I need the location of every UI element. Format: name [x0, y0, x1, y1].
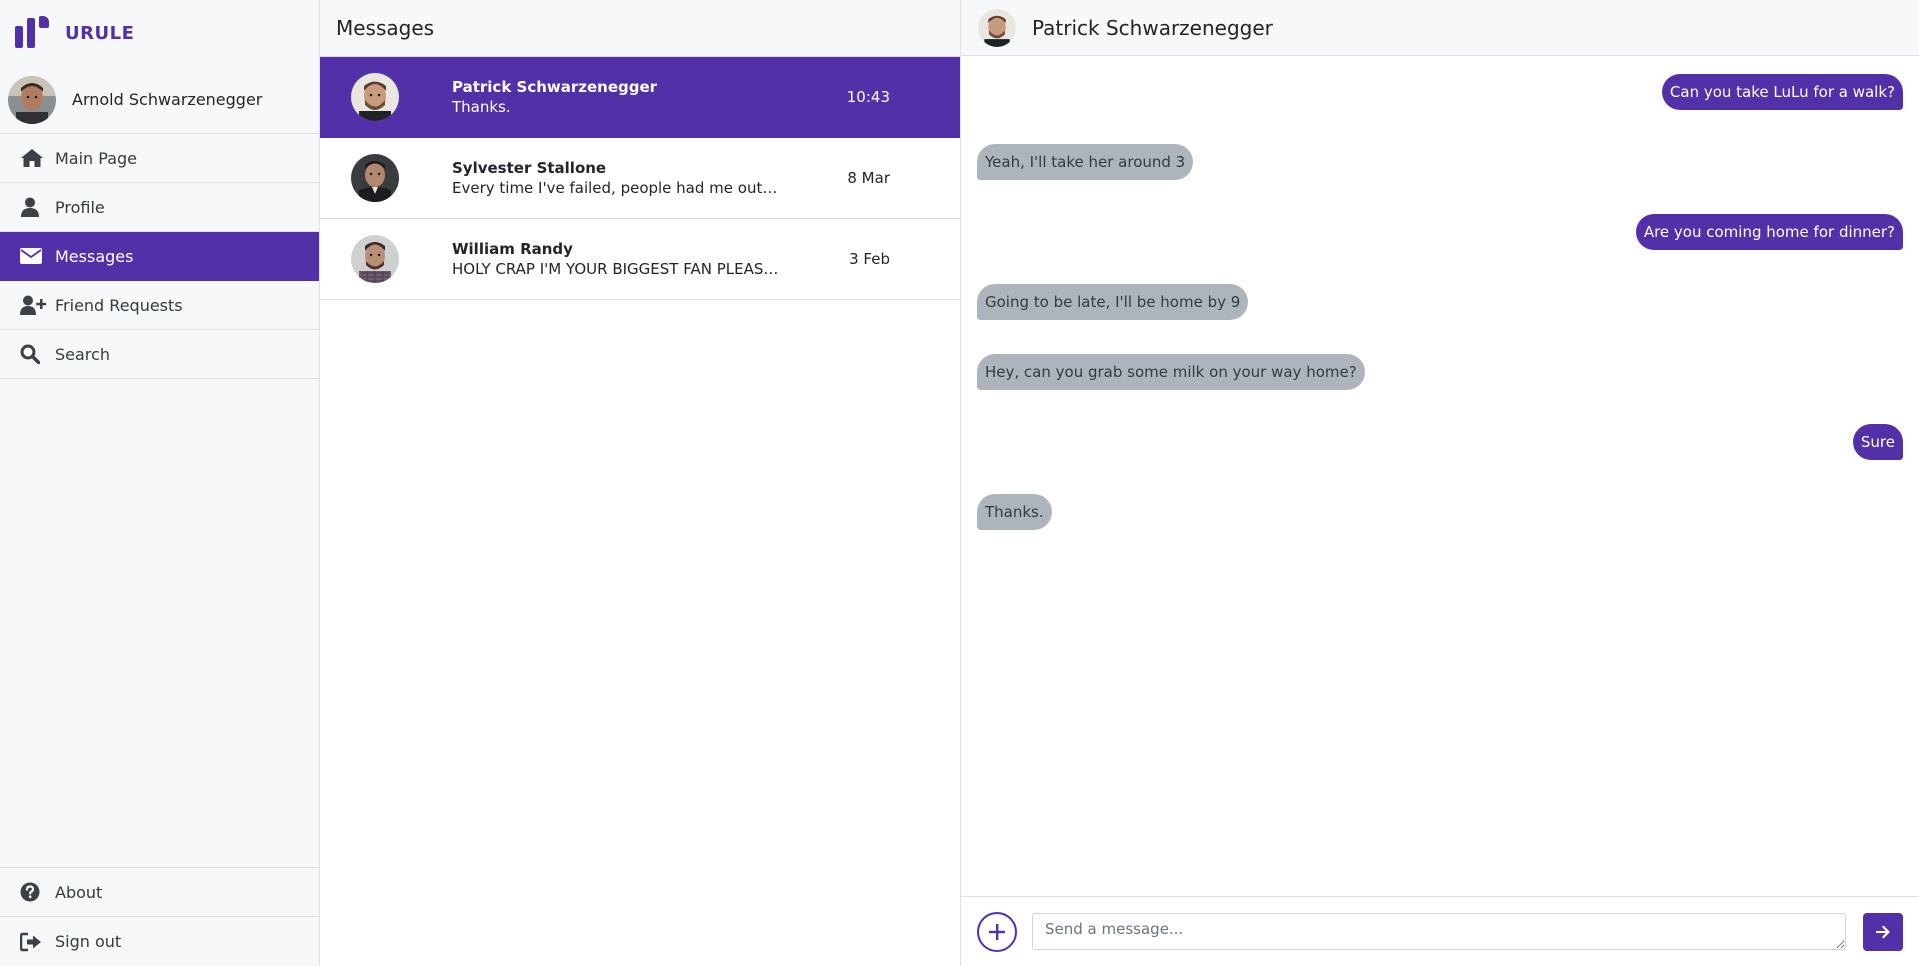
message-bubble-outgoing: Can you take LuLu for a walk? [1661, 74, 1903, 110]
message-bubble-incoming: Going to be late, I'll be home by 9 [977, 284, 1249, 320]
main-nav: Main Page Profile Messages Friend Reques… [0, 134, 319, 379]
nav-label: Search [55, 344, 110, 364]
send-button[interactable] [1863, 912, 1903, 951]
avatar [351, 73, 399, 121]
conversation-item[interactable]: Patrick Schwarzenegger Thanks. 10:43 [320, 57, 960, 138]
conversation-preview: Thanks. [452, 97, 511, 116]
message-bubble-incoming: Hey, can you grab some milk on your way … [977, 354, 1365, 390]
nav-label: Sign out [55, 932, 122, 951]
nav-item-messages[interactable]: Messages [0, 232, 319, 281]
user-name: Arnold Schwarzenegger [72, 90, 263, 109]
conversation-item[interactable]: William Randy HOLY CRAP I'M YOUR BIGGEST… [320, 219, 960, 300]
nav-label: Profile [55, 197, 105, 217]
conversation-list-panel: Messages Patrick Schwarzenegger Thanks. … [320, 0, 961, 966]
user-plus-icon [20, 294, 46, 316]
message-input[interactable] [1032, 913, 1846, 950]
message-thread: Can you take LuLu for a walk? Yeah, I'll… [961, 56, 1919, 530]
message-row: Can you take LuLu for a walk? [977, 74, 1903, 110]
app: URULE Arnold Schwarzenegger Main Page Pr… [0, 0, 1919, 966]
chat-panel: Patrick Schwarzenegger Can you take LuLu… [961, 0, 1919, 966]
conversation-name: William Randy [452, 239, 573, 258]
chat-header: Patrick Schwarzenegger [961, 0, 1919, 56]
question-circle-icon [20, 881, 46, 903]
conversation-text: William Randy HOLY CRAP I'M YOUR BIGGEST… [452, 239, 782, 280]
user-icon [20, 196, 46, 218]
nav-label: About [55, 882, 103, 902]
home-icon [20, 147, 46, 169]
avatar [8, 75, 56, 124]
add-attachment-button[interactable] [977, 911, 1017, 952]
message-row: Thanks. [977, 494, 1903, 530]
message-bubble-incoming: Yeah, I'll take her around 3 [977, 144, 1194, 180]
conversation-text: Sylvester Stallone Every time I've faile… [452, 158, 782, 199]
message-row: Sure [977, 424, 1903, 460]
sidebar-bottom-nav: About Sign out [0, 867, 319, 966]
message-row: Going to be late, I'll be home by 9 [977, 284, 1903, 320]
conversation-text: Patrick Schwarzenegger Thanks. [452, 77, 782, 118]
conversation-time: 3 Feb [849, 250, 890, 268]
conversation-time: 8 Mar [847, 169, 890, 187]
arrow-right-icon [1876, 925, 1890, 938]
sidebar: URULE Arnold Schwarzenegger Main Page Pr… [0, 0, 320, 966]
envelope-icon [20, 245, 46, 267]
nav-item-profile[interactable]: Profile [0, 183, 319, 232]
message-bubble-incoming: Thanks. [977, 494, 1052, 530]
conversation-preview: HOLY CRAP I'M YOUR BIGGEST FAN PLEASE ..… [452, 259, 782, 278]
plus-icon [989, 923, 1005, 940]
message-row: Hey, can you grab some milk on your way … [977, 354, 1903, 390]
conversation-name: Sylvester Stallone [452, 158, 607, 177]
nav-label: Friend Requests [55, 295, 183, 315]
message-bubble-outgoing: Sure [1852, 424, 1903, 460]
nav-item-main-page[interactable]: Main Page [0, 134, 319, 183]
message-bubble-outgoing: Are you coming home for dinner? [1635, 214, 1903, 250]
conversation-time: 10:43 [846, 88, 890, 106]
message-row: Are you coming home for dinner? [977, 214, 1903, 250]
nav-item-sign-out[interactable]: Sign out [0, 917, 319, 966]
message-row: Yeah, I'll take her around 3 [977, 144, 1903, 180]
conversation-name: Patrick Schwarzenegger [452, 77, 658, 96]
nav-label: Messages [55, 246, 134, 266]
nav-item-search[interactable]: Search [0, 330, 319, 379]
bars-logo-icon [15, 16, 55, 50]
nav-item-about[interactable]: About [0, 868, 319, 917]
avatar [351, 154, 399, 202]
nav-label: Main Page [55, 148, 138, 168]
panel-title: Messages [320, 0, 960, 57]
avatar[interactable] [978, 8, 1016, 47]
conversation-preview: Every time I've failed, people had me ou… [452, 178, 782, 197]
avatar [351, 235, 399, 283]
brand[interactable]: URULE [0, 0, 319, 66]
search-icon [20, 343, 46, 365]
chat-contact-name: Patrick Schwarzenegger [1032, 15, 1273, 40]
sign-out-icon [20, 931, 46, 953]
message-composer [961, 896, 1919, 966]
current-user[interactable]: Arnold Schwarzenegger [0, 66, 319, 134]
brand-name: URULE [65, 22, 135, 44]
nav-item-friend-requests[interactable]: Friend Requests [0, 281, 319, 330]
conversation-item[interactable]: Sylvester Stallone Every time I've faile… [320, 138, 960, 219]
